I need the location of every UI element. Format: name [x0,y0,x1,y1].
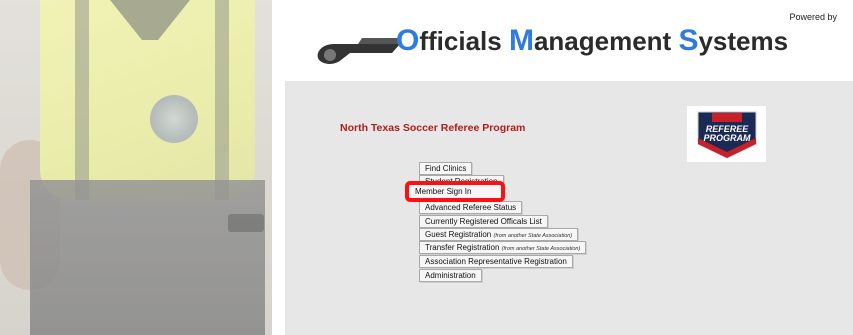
administration-button[interactable]: Administration [419,269,482,282]
member-sign-in-button[interactable]: Member Sign In [405,181,505,202]
app-title: Officials Management Systems [396,24,789,57]
program-title: North Texas Soccer Referee Program [340,122,526,134]
find-clinics-button[interactable]: Find Clinics [419,162,473,175]
advanced-referee-status-button[interactable]: Advanced Referee Status [419,201,523,214]
whistle-icon [317,38,402,64]
referee-program-logo: REFEREE PROGRAM [687,106,766,162]
guest-registration-button[interactable]: Guest Registration (from another State A… [419,228,579,241]
main-panel: North Texas Soccer Referee Program REFER… [285,81,853,335]
association-representative-registration-button[interactable]: Association Representative Registration [419,255,573,268]
transfer-registration-button[interactable]: Transfer Registration (from another Stat… [419,241,587,254]
referee-photo [0,0,272,335]
powered-by-label: Powered by [789,12,837,22]
oms-logo: Officials Management Systems Powered by [300,8,845,68]
registered-officials-list-button[interactable]: Currently Registered Officals List [419,215,548,228]
svg-text:PROGRAM: PROGRAM [703,133,751,143]
